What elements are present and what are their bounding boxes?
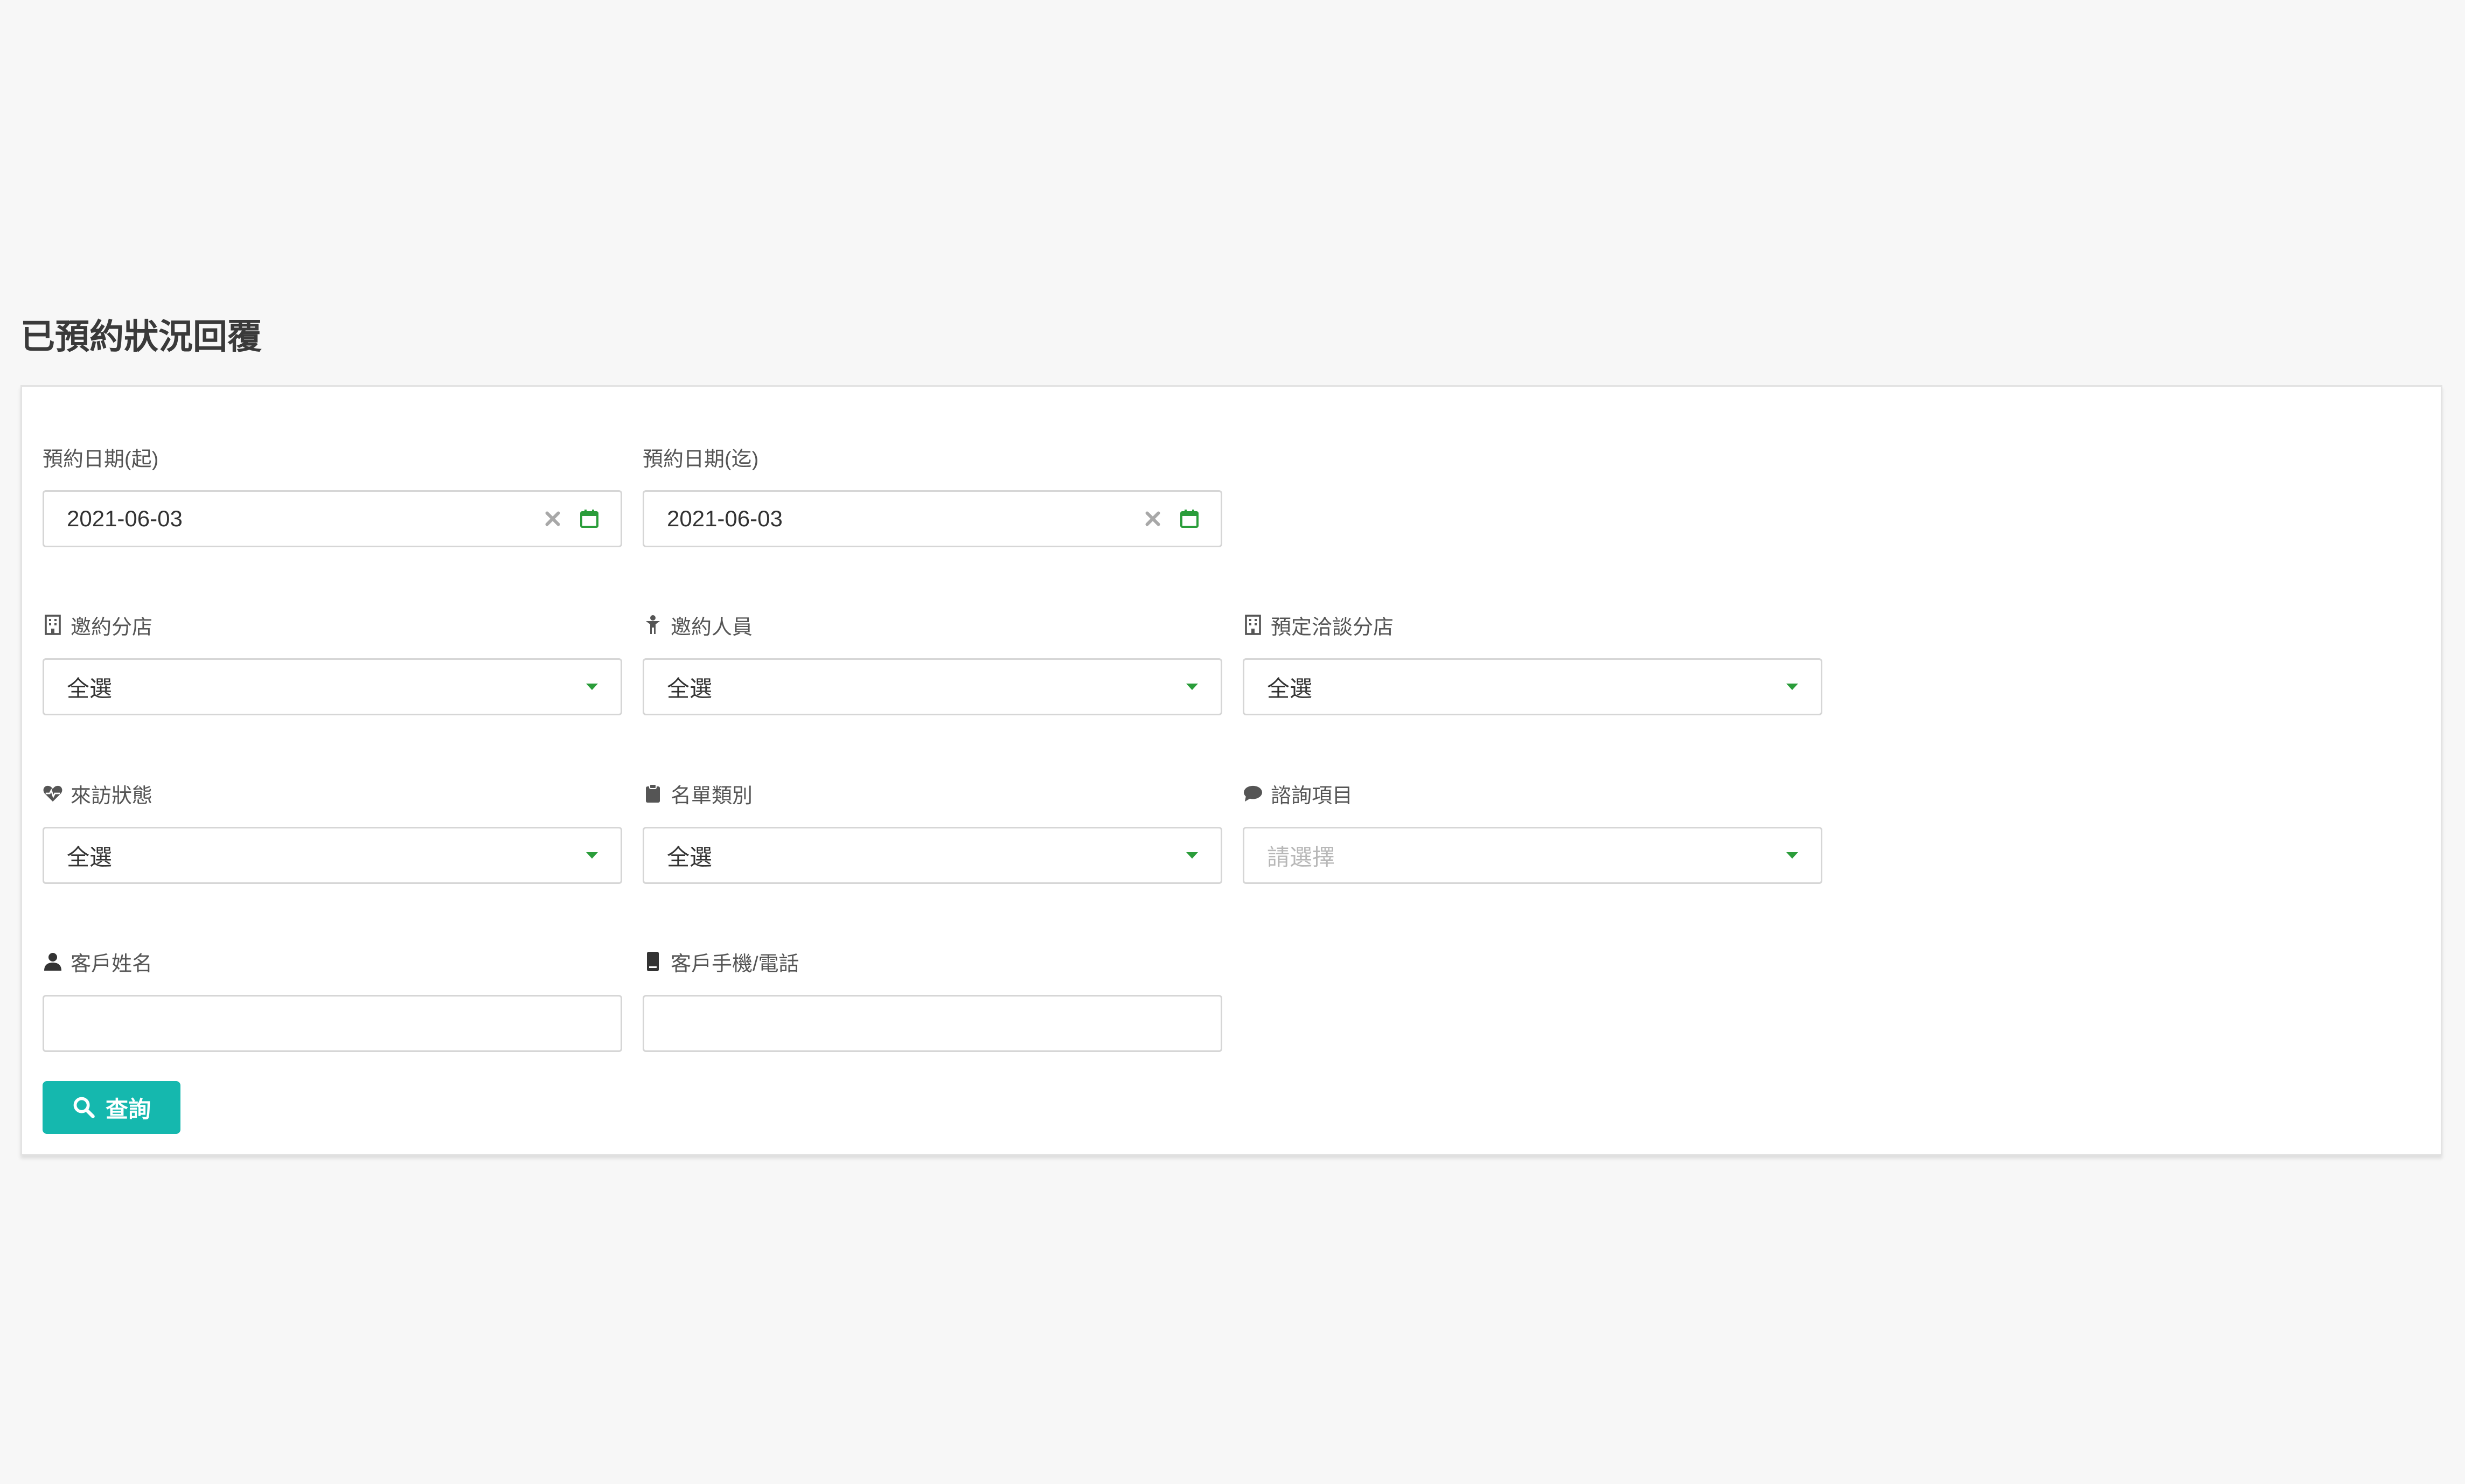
heartbeat-icon <box>43 783 63 804</box>
planned-branch-select[interactable]: 全選 <box>1243 658 1822 715</box>
consult-item-placeholder[interactable]: 請選擇 <box>1244 839 1786 872</box>
date-start-input[interactable]: 2021-06-03 <box>43 490 622 547</box>
consult-item-select[interactable]: 請選擇 <box>1243 827 1822 884</box>
field-date-end: 預約日期(迄) 2021-06-03 <box>643 441 1222 547</box>
chevron-down-icon[interactable] <box>1186 684 1198 690</box>
invite-staff-select[interactable]: 全選 <box>643 658 1222 715</box>
chevron-down-icon[interactable] <box>586 852 598 859</box>
chevron-down-icon[interactable] <box>1786 684 1798 690</box>
clear-icon[interactable] <box>1142 508 1164 529</box>
date-end-input[interactable]: 2021-06-03 <box>643 490 1222 547</box>
list-type-select[interactable]: 全選 <box>643 827 1222 884</box>
field-list-type: 名單類別 全選 <box>643 777 1222 884</box>
field-invite-branch: 邀約分店 全選 <box>43 609 622 715</box>
building-icon <box>43 615 63 635</box>
field-visit-status: 來訪狀態 全選 <box>43 777 622 884</box>
field-planned-branch: 預定洽談分店 全選 <box>1243 609 1822 715</box>
filter-panel: 預約日期(起) 2021-06-03 預約日期(迄) 2021-06-03 邀約… <box>20 385 2442 1155</box>
invite-staff-label: 邀約人員 <box>643 609 1222 641</box>
visit-status-label: 來訪狀態 <box>43 777 622 810</box>
customer-name-field[interactable] <box>44 997 621 1050</box>
chevron-down-icon[interactable] <box>1186 852 1198 859</box>
building-icon <box>1243 615 1263 635</box>
calendar-icon[interactable] <box>577 507 601 531</box>
chevron-down-icon[interactable] <box>1786 852 1798 859</box>
date-end-label: 預約日期(迄) <box>643 448 759 471</box>
date-end-value[interactable]: 2021-06-03 <box>644 506 1142 532</box>
date-start-value[interactable]: 2021-06-03 <box>44 506 542 532</box>
field-customer-name: 客戶姓名 <box>43 945 622 1052</box>
user-icon <box>43 951 63 972</box>
customer-phone-field[interactable] <box>644 997 1221 1050</box>
invite-staff-value[interactable]: 全選 <box>644 671 1186 703</box>
calendar-icon[interactable] <box>1178 507 1201 531</box>
list-type-label: 名單類別 <box>643 777 1222 810</box>
visit-status-select[interactable]: 全選 <box>43 827 622 884</box>
chevron-down-icon[interactable] <box>586 684 598 690</box>
customer-phone-input[interactable] <box>643 995 1222 1052</box>
comment-icon <box>1243 783 1263 804</box>
customer-phone-label: 客戶手機/電話 <box>643 945 1222 978</box>
clipboard-icon <box>643 783 663 804</box>
page-title: 已預約狀況回覆 <box>20 317 262 356</box>
date-start-label: 預約日期(起) <box>43 448 159 471</box>
clear-icon[interactable] <box>542 508 563 529</box>
customer-name-input[interactable] <box>43 995 622 1052</box>
consult-item-label: 諮詢項目 <box>1243 777 1822 810</box>
customer-name-label: 客戶姓名 <box>43 945 622 978</box>
visit-status-value[interactable]: 全選 <box>44 839 586 872</box>
person-icon <box>643 615 663 635</box>
invite-branch-select[interactable]: 全選 <box>43 658 622 715</box>
field-consult-item: 諮詢項目 請選擇 <box>1243 777 1822 884</box>
invite-branch-label: 邀約分店 <box>43 609 622 641</box>
field-date-start: 預約日期(起) 2021-06-03 <box>43 441 622 547</box>
planned-branch-label: 預定洽談分店 <box>1243 609 1822 641</box>
mobile-icon <box>643 951 663 972</box>
field-invite-staff: 邀約人員 全選 <box>643 609 1222 715</box>
search-icon <box>72 1096 96 1119</box>
search-button-label: 查詢 <box>105 1096 151 1122</box>
search-button[interactable]: 查詢 <box>43 1081 180 1134</box>
planned-branch-value[interactable]: 全選 <box>1244 671 1786 703</box>
list-type-value[interactable]: 全選 <box>644 839 1186 872</box>
field-customer-phone: 客戶手機/電話 <box>643 945 1222 1052</box>
invite-branch-value[interactable]: 全選 <box>44 671 586 703</box>
